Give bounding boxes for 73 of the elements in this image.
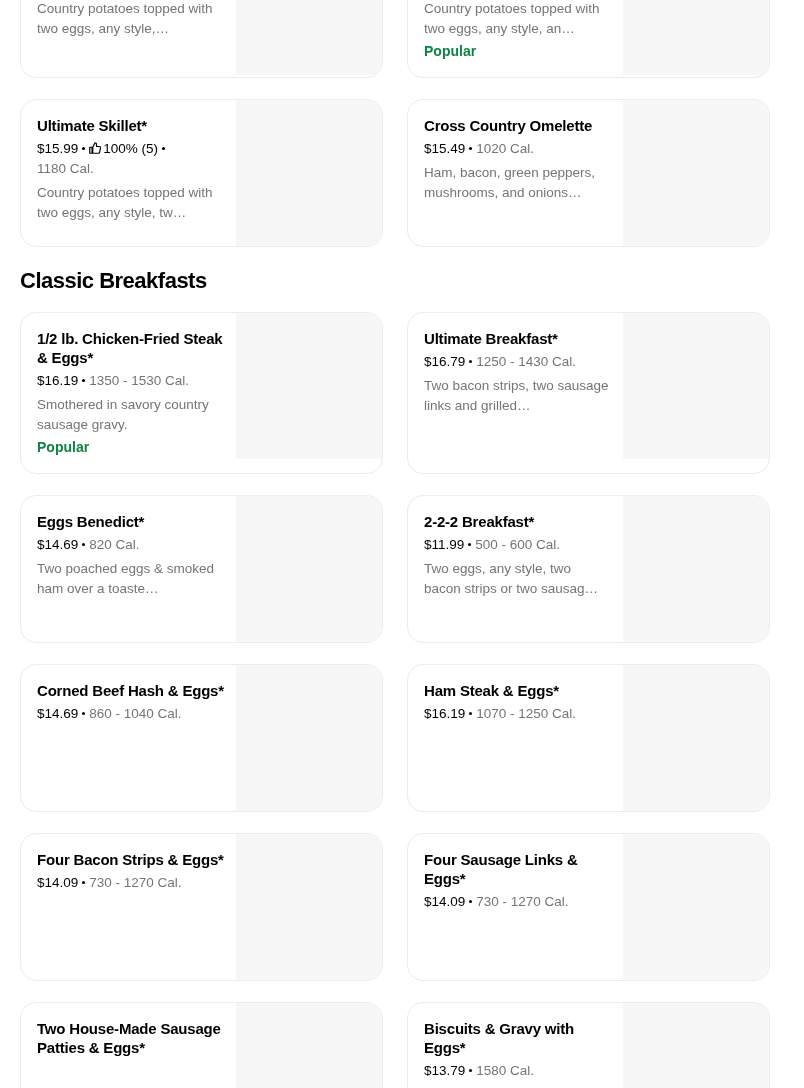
item-title: Four Bacon Strips & Eggs* [37,850,225,870]
item-price: $16.79 [424,354,466,370]
item-calories: 820 Cal. [89,537,140,553]
item-description: Two bacon strips, two sausage links and grilled… [424,377,610,416]
item-title: Ham Steak & Eggs* [424,681,560,701]
bullet-icon [469,360,473,364]
popular-label: Popular [424,42,478,61]
item-price: $15.99 [37,141,79,156]
item-price: $14.69 [37,706,79,722]
menu-item-card[interactable]: 2-2-2 Breakfast* $11.99 500 - 600 Cal. Two eggs, any style, two bacon strips or two sausag… [407,495,770,644]
item-calories: 1020 Cal. [476,141,535,156]
bullet-icon [82,712,86,716]
item-calories: 1250 - 1430 Cal. [476,354,577,370]
item-title: Four Sausage Links & Eggs* [424,850,579,889]
menu-item-card[interactable]: 1/2 lb. Chicken-Fried Steak & Eggs* $16.19 1350 - 1530 Cal. Smothered in savory country sausage gravy. Popular [20,312,383,475]
menu-item-card[interactable]: Eggs Benedict* $14.69 820 Cal. Two poached eggs & smoked ham over a toaste… [20,495,383,644]
item-description: Ham, bacon, green peppers, mushrooms, and onions… [424,164,597,202]
item-calories: 1350 - 1530 Cal. [89,373,190,389]
item-price: $16.19 [424,706,466,722]
menu-item-card[interactable]: Country potatoes topped with two eggs, any style, an… Popular [407,0,770,78]
item-calories: 1070 - 1250 Cal. [476,706,577,722]
menu-item-card[interactable]: Corned Beef Hash & Eggs* $14.69 860 - 1040 Cal. [20,664,383,813]
item-price: $15.49 [424,141,466,156]
popular-label: Popular [37,438,91,458]
item-title: 2-2-2 Breakfast* [424,512,536,532]
section-heading: Classic Breakfasts [20,268,208,295]
item-description: Country potatoes topped with two eggs, any style, tw… [37,184,214,222]
item-price: $16.19 [37,373,79,389]
item-calories: 500 - 600 Cal. [475,537,561,553]
item-price: $11.99 [424,537,465,553]
item-title: Two House-Made Sausage Patties & Eggs* [37,1019,222,1058]
item-calories: 860 - 1040 Cal. [89,706,182,722]
menu-item-card[interactable]: Two House-Made Sausage Patties & Eggs* [20,1002,383,1088]
item-title: Cross Country Omelette [424,116,594,135]
item-title: Ultimate Skillet* [37,116,148,135]
menu-item-card[interactable]: Country potatoes topped with two eggs, any style,… [20,0,383,78]
menu-item-card[interactable]: Biscuits & Gravy with Eggs* $13.79 1580 Cal. [407,1002,770,1088]
item-calories: 730 - 1270 Cal. [89,875,182,891]
item-description: Country potatoes topped with two eggs, any style,… [37,0,214,38]
menu-item-card[interactable]: Ham Steak & Eggs* $16.19 1070 - 1250 Cal. [407,664,770,813]
menu-item-card[interactable]: Ultimate Breakfast* $16.79 1250 - 1430 Cal. Two bacon strips, two sausage links and grilled… [407,312,770,475]
item-price: $14.69 [37,537,79,553]
bullet-icon [162,147,166,150]
item-title: Ultimate Breakfast* [424,329,559,349]
thumbs-up-icon [89,142,102,154]
item-title: Corned Beef Hash & Eggs* [37,681,225,701]
item-description: Two poached eggs & smoked ham over a toaste… [37,560,216,599]
item-description: Two eggs, any style, two bacon strips or two sausag… [424,560,600,599]
bullet-icon [469,900,473,904]
bullet-icon [82,147,86,150]
bullet-icon [82,379,86,383]
bullet-icon [82,881,86,885]
item-rating: 100% (5) [103,141,159,156]
menu-item-card[interactable]: Four Bacon Strips & Eggs* $14.09 730 - 1270 Cal. [20,833,383,982]
bullet-icon [469,147,473,150]
item-calories: 730 - 1270 Cal. [476,894,569,910]
item-price: $14.09 [424,894,466,910]
item-price: $14.09 [37,875,79,891]
item-title: Eggs Benedict* [37,512,146,532]
menu-item-card[interactable]: Four Sausage Links & Eggs* $14.09 730 - 1270 Cal. [407,833,770,982]
bullet-icon [469,712,473,716]
bullet-icon [468,543,472,547]
menu-item-card[interactable]: Cross Country Omelette $15.49 1020 Cal. Ham, bacon, green peppers, mushrooms, and onions… [407,99,770,247]
menu-item-card[interactable]: Ultimate Skillet* $15.99 100% (5) 1180 Cal. Country potatoes topped with two eggs, any style, tw… [20,99,383,247]
item-calories: 1180 Cal. [37,161,94,176]
item-description: Country potatoes topped with two eggs, any style, an… [424,0,601,38]
bullet-icon [469,1069,473,1073]
item-calories: 1580 Cal. [476,1063,535,1079]
item-title: Biscuits & Gravy with Eggs* [424,1019,575,1058]
item-price: $13.79 [424,1063,466,1079]
item-description: Smothered in savory country sausage gravy. [37,396,210,435]
bullet-icon [82,543,86,547]
item-title: 1/2 lb. Chicken-Fried Steak & Eggs* [37,329,224,368]
